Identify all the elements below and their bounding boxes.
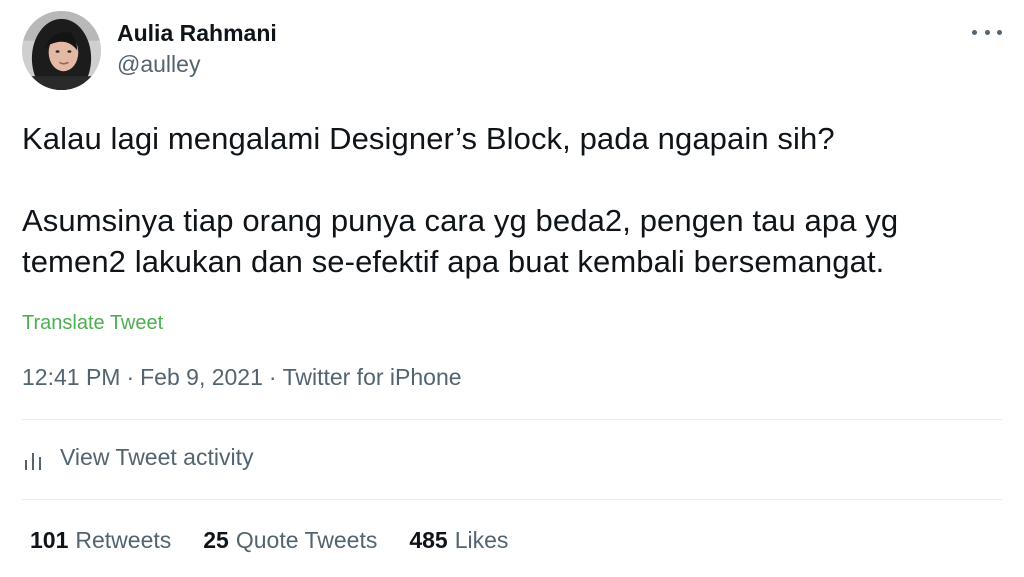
- tweet-text: Kalau lagi mengalami Designer’s Block, p…: [22, 118, 1007, 282]
- more-options-button[interactable]: [972, 22, 1002, 42]
- likes-stat[interactable]: 485 Likes: [409, 527, 508, 554]
- avatar[interactable]: [22, 11, 101, 90]
- meta-separator: ·: [268, 364, 277, 390]
- likes-label: Likes: [454, 527, 509, 553]
- likes-count: 485: [409, 527, 448, 553]
- quote-tweets-stat[interactable]: 25 Quote Tweets: [203, 527, 377, 554]
- divider: [22, 499, 1002, 500]
- tweet-text-line: Asumsinya tiap orang punya cara yg beda2…: [22, 203, 899, 238]
- tweet-text-line: temen2 lakukan dan se-efektif apa buat k…: [22, 244, 885, 279]
- more-horizontal-icon: [972, 29, 977, 35]
- meta-separator: ·: [126, 364, 135, 390]
- view-tweet-activity-button[interactable]: View Tweet activity: [22, 444, 253, 471]
- tweet-meta: 12:41 PM · Feb 9, 2021 · Twitter for iPhone: [22, 364, 462, 391]
- more-horizontal-icon: [984, 29, 990, 35]
- author-handle[interactable]: @aulley: [117, 51, 277, 79]
- tweet-stats: 101 Retweets 25 Quote Tweets 485 Likes: [30, 527, 540, 554]
- retweets-count: 101: [30, 527, 69, 553]
- tweet-date: Feb 9, 2021: [140, 364, 263, 390]
- tweet-timestamp[interactable]: 12:41 PM · Feb 9, 2021: [22, 364, 263, 390]
- tweet-source-link[interactable]: Twitter for iPhone: [283, 364, 462, 390]
- tweet-text-line: Kalau lagi mengalami Designer’s Block, p…: [22, 121, 835, 156]
- retweets-stat[interactable]: 101 Retweets: [30, 527, 171, 554]
- quote-tweets-label: Quote Tweets: [235, 527, 378, 553]
- more-horizontal-icon: [997, 29, 1002, 35]
- quote-tweets-count: 25: [203, 527, 229, 553]
- divider: [22, 419, 1002, 420]
- author-display-name[interactable]: Aulia Rahmani: [117, 20, 277, 48]
- view-tweet-activity-label: View Tweet activity: [60, 444, 254, 470]
- translate-tweet-link[interactable]: Translate Tweet: [22, 312, 163, 335]
- retweets-label: Retweets: [75, 527, 172, 553]
- avatar-photo-icon: [22, 11, 101, 90]
- analytics-bars-icon: [25, 452, 41, 470]
- tweet-time: 12:41 PM: [22, 364, 121, 390]
- author-block: Aulia Rahmani @aulley: [117, 20, 277, 78]
